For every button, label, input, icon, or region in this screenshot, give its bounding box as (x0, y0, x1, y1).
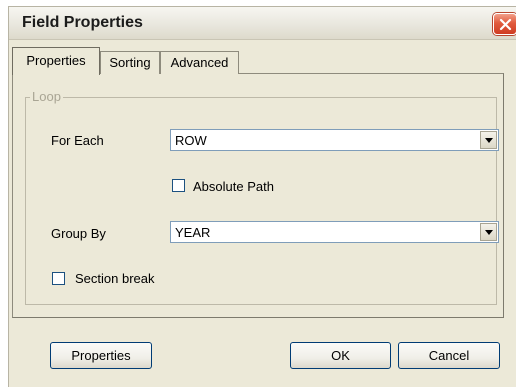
loop-group-legend: Loop (30, 89, 63, 104)
ok-button[interactable]: OK (290, 342, 391, 369)
group-by-dropdown-button[interactable] (480, 223, 497, 241)
tab-sorting[interactable]: Sorting (100, 51, 160, 74)
chevron-down-icon (485, 230, 493, 235)
properties-button[interactable]: Properties (50, 342, 152, 369)
group-by-label: Group By (51, 226, 106, 241)
tab-advanced-label: Advanced (170, 55, 229, 70)
group-by-value: YEAR (175, 225, 211, 240)
for-each-select[interactable]: ROW (170, 129, 499, 151)
tab-properties[interactable]: Properties (12, 47, 100, 75)
chevron-down-icon (485, 138, 493, 143)
group-by-select[interactable]: YEAR (170, 221, 499, 243)
tab-properties-label: Properties (26, 53, 86, 68)
close-icon (499, 18, 512, 31)
close-button[interactable] (493, 13, 516, 35)
absolute-path-label: Absolute Path (193, 179, 274, 194)
for-each-label: For Each (51, 133, 104, 148)
tab-sorting-label: Sorting (109, 55, 151, 70)
title-bar[interactable]: Field Properties (9, 7, 516, 40)
tab-advanced[interactable]: Advanced (160, 51, 239, 74)
absolute-path-checkbox[interactable] (172, 179, 185, 192)
window-title: Field Properties (22, 14, 143, 31)
for-each-value: ROW (175, 133, 207, 148)
cancel-button[interactable]: Cancel (398, 342, 500, 369)
section-break-checkbox[interactable] (52, 272, 65, 285)
section-break-label: Section break (75, 271, 155, 286)
for-each-dropdown-button[interactable] (480, 131, 497, 149)
